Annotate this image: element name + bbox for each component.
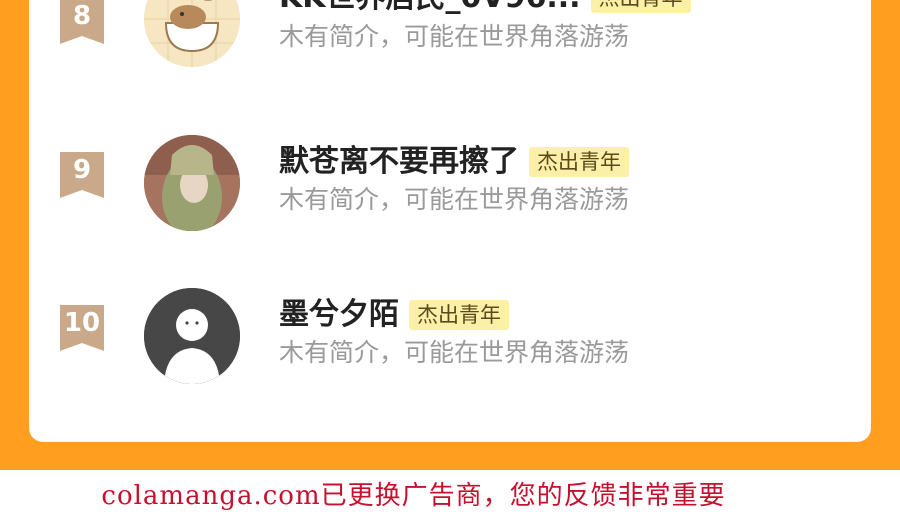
list-item[interactable]: 8 KK世界居民_0V96... 杰出青年 木有简介，可能在世界角落游荡	[29, 0, 871, 95]
ranking-card: 8 KK世界居民_0V96... 杰出青年 木有简介，可能在世界角落游荡	[29, 0, 871, 442]
title-tag: 杰出青年	[409, 300, 509, 330]
username[interactable]: 墨兮夕陌	[279, 295, 399, 335]
default-avatar-icon	[144, 288, 240, 384]
avatar[interactable]	[144, 135, 240, 231]
username[interactable]: KK世界居民_0V96...	[279, 0, 581, 18]
avatar[interactable]	[144, 288, 240, 384]
user-bio: 木有简介，可能在世界角落游荡	[279, 22, 630, 51]
rank-number: 10	[63, 308, 101, 338]
list-item[interactable]: 10 墨兮夕陌 杰出青年 木有简介，可能在世界角落游荡	[29, 288, 871, 401]
capybara-avatar-icon	[144, 0, 240, 67]
avatar[interactable]	[144, 0, 240, 67]
user-bio: 木有简介，可能在世界角落游荡	[279, 185, 630, 214]
username[interactable]: 默苍离不要再擦了	[279, 142, 519, 182]
name-line: KK世界居民_0V96... 杰出青年	[279, 0, 691, 18]
ad-notice-link[interactable]: colamanga.com已更换广告商，您的反馈非常重要	[0, 478, 827, 514]
list-item[interactable]: 9 默苍离不要再擦了 杰出青年 木有简介，可能在世界角落游荡	[29, 135, 871, 248]
rank-badge: 10	[60, 305, 104, 351]
character-avatar-icon	[144, 135, 240, 231]
rank-badge: 8	[60, 0, 104, 44]
name-line: 墨兮夕陌 杰出青年	[279, 295, 509, 335]
rank-badge: 9	[60, 152, 104, 198]
name-line: 默苍离不要再擦了 杰出青年	[279, 142, 629, 182]
title-tag: 杰出青年	[529, 147, 629, 177]
title-tag: 杰出青年	[590, 0, 691, 13]
rank-number: 8	[72, 1, 92, 31]
rank-number: 9	[72, 155, 92, 185]
user-bio: 木有简介，可能在世界角落游荡	[279, 338, 630, 367]
